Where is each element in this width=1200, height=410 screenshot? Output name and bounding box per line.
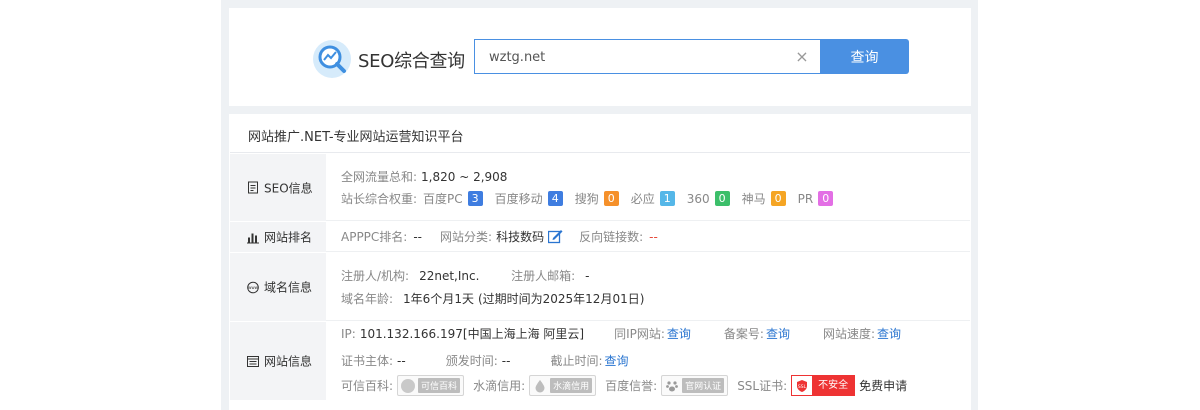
paw-icon (666, 380, 679, 391)
seo-section-label: SEO信息 (230, 153, 326, 221)
document-icon (248, 181, 258, 194)
edit-icon[interactable] (548, 229, 563, 244)
weight-sogou-label: 搜狗 (574, 192, 599, 206)
ranking-section-text: 网站排名 (264, 230, 313, 245)
divider (326, 320, 970, 321)
ip-value: 101.132.166.197[中国上海上海 阿里云] (359, 327, 585, 341)
water-drop-icon (535, 379, 545, 392)
divider (230, 152, 970, 153)
expire-time-label: 截止时间: (550, 354, 603, 368)
ranking-line: APPPC排名: -- 网站分类: 科技数码 反向链接数: -- (341, 228, 658, 245)
weight-shenma-label: 神马 (741, 192, 766, 206)
issue-time-label: 颁发时间: (445, 354, 498, 368)
weight-baidu-pc-badge[interactable]: 3 (467, 191, 483, 206)
shuidi-seal-text: 水滴信用 (550, 378, 593, 393)
icp-label: 备案号: (723, 327, 764, 341)
same-ip-label: 同IP网站: (614, 327, 665, 341)
registrant-email-label: 注册人邮箱: (511, 269, 576, 283)
ranking-section-label: 网站排名 (230, 221, 326, 252)
divider (326, 220, 970, 221)
browser-window-icon (247, 355, 259, 367)
registrant-line: 注册人/机构: 22net,Inc. 注册人邮箱: - (341, 267, 589, 284)
search-button[interactable]: 查询 (820, 39, 909, 74)
registrant-label: 注册人/机构: (341, 269, 410, 283)
shuidi-label: 水滴信用: (473, 379, 526, 393)
ssl-shield-icon: SSL (792, 376, 812, 395)
trust-seal[interactable]: 可信百科 (397, 375, 465, 396)
seo-query-title: SEO综合查询 (358, 51, 465, 72)
domain-section-text: 域名信息 (264, 280, 313, 295)
domain-age-label: 域名年龄: (341, 292, 394, 306)
www-icon: www (247, 281, 259, 293)
trust-seal-text: 可信百科 (418, 378, 461, 393)
traffic-line: 全网流量总和: 1,820 ~ 2,908 (341, 168, 507, 185)
baidu-credit-label: 百度信誉: (605, 379, 658, 393)
weight-line: 站长综合权重: 百度PC 3 百度移动 4 搜狗 0 必应 1 360 0 神马… (341, 190, 845, 207)
ssl-status-badge[interactable]: SSL 不安全 (791, 375, 856, 396)
category-label: 网站分类: (440, 230, 493, 244)
weight-360-label: 360 (686, 191, 710, 206)
clear-icon[interactable]: × (795, 49, 809, 65)
bar-chart-icon (247, 233, 259, 243)
weight-sogou-badge[interactable]: 0 (603, 191, 619, 206)
expire-time-link[interactable]: 查询 (604, 352, 628, 369)
speed-label: 网站速度: (822, 327, 876, 341)
svg-text:www: www (248, 285, 259, 290)
weight-bing-badge[interactable]: 1 (659, 191, 675, 206)
site-title: 网站推广.NET-专业网站运营知识平台 (248, 130, 464, 145)
domain-expiry-text: (过期时间为2025年12月01日) (477, 292, 645, 306)
website-section-label: 网站信息 (230, 321, 326, 400)
ssl-status-text: 不安全 (812, 376, 855, 395)
credit-line: 可信百科: 可信百科 水滴信用: 水滴信用 百度信誉: 官网认证 SSL证书: … (341, 375, 907, 396)
search-input[interactable] (489, 47, 789, 67)
same-ip-link[interactable]: 查询 (667, 325, 691, 342)
shuidi-seal[interactable]: 水滴信用 (529, 375, 597, 396)
trust-label: 可信百科: (341, 379, 394, 393)
weight-label: 站长综合权重: (341, 192, 418, 206)
domain-section-label: www 域名信息 (230, 252, 326, 321)
backlinks-label: 反向链接数: (579, 230, 644, 244)
baidu-credit-seal[interactable]: 官网认证 (661, 375, 729, 396)
domain-age-line: 域名年龄: 1年6个月1天 (过期时间为2025年12月01日) (341, 290, 644, 307)
cert-subject-label: 证书主体: (341, 354, 394, 368)
divider (326, 251, 970, 252)
weight-shenma-badge[interactable]: 0 (770, 191, 786, 206)
speed-link[interactable]: 查询 (877, 325, 901, 342)
icp-link[interactable]: 查询 (766, 325, 790, 342)
weight-baidu-pc-label: 百度PC (423, 192, 463, 206)
registrant-email-value: - (585, 268, 590, 283)
weight-baidu-mobile-label: 百度移动 (494, 192, 543, 206)
weight-bing-label: 必应 (630, 192, 655, 206)
ssl-label: SSL证书: (737, 379, 788, 393)
issue-time-value: -- (501, 353, 511, 368)
apppc-value: -- (413, 229, 423, 244)
ip-label: IP: (341, 326, 356, 341)
baidu-credit-seal-text: 官网认证 (682, 378, 725, 393)
category-value: 科技数码 (496, 230, 545, 244)
seo-section-text: SEO信息 (264, 181, 313, 195)
apppc-label: APPPC排名: (341, 230, 408, 244)
seo-logo-icon (313, 40, 351, 78)
traffic-value: 1,820 ~ 2,908 (421, 169, 508, 184)
svg-text:SSL: SSL (798, 384, 807, 390)
cert-line: 证书主体: -- 颁发时间: -- 截止时间: 查询 (341, 352, 629, 369)
weight-360-badge[interactable]: 0 (714, 191, 730, 206)
domain-age-value: 1年6个月1天 (403, 292, 474, 306)
ssl-free-apply-link[interactable]: 免费申请 (859, 377, 907, 394)
ip-line: IP: 101.132.166.197[中国上海上海 阿里云] 同IP网站: 查… (341, 325, 901, 342)
website-section-text: 网站信息 (264, 354, 313, 369)
weight-baidu-mobile-badge[interactable]: 4 (547, 191, 563, 206)
search-box: × (474, 39, 821, 74)
traffic-label: 全网流量总和: (341, 170, 418, 184)
backlinks-value: -- (649, 229, 658, 244)
registrant-value: 22net,Inc. (419, 268, 480, 283)
weight-pr-label: PR (797, 191, 814, 206)
cert-subject-value: -- (397, 353, 406, 368)
trust-seal-icon (401, 378, 416, 393)
weight-pr-badge[interactable]: 0 (818, 191, 834, 206)
